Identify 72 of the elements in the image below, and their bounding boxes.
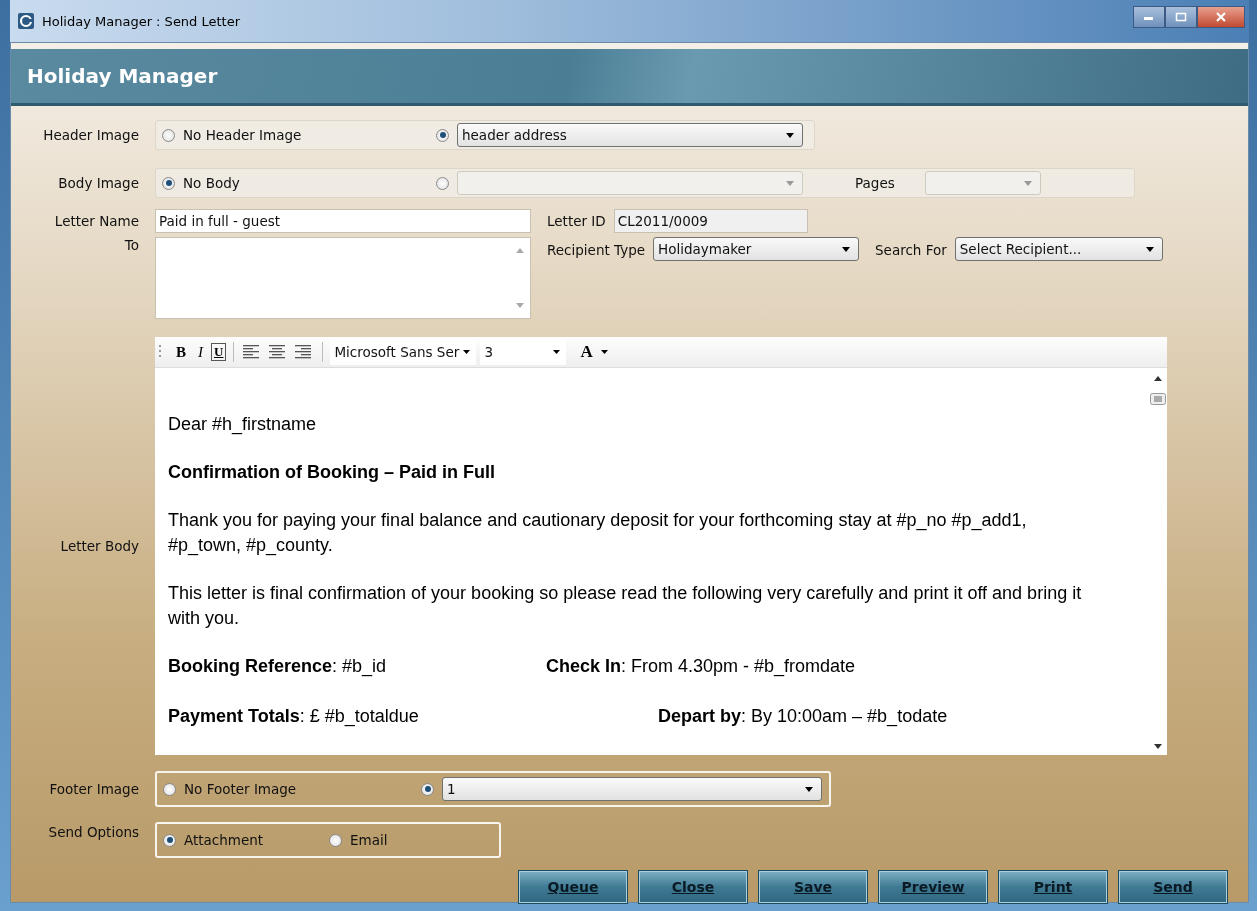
radio-option[interactable]: Email	[329, 832, 487, 848]
letter-field: Booking Reference: #b_id	[168, 654, 387, 679]
italic-button[interactable]: I	[194, 341, 207, 363]
dropdown[interactable]: header address	[457, 123, 803, 147]
letter-field: Check In: From 4.30pm - #b_fromdate	[546, 654, 856, 679]
field-label: Search For	[875, 242, 947, 258]
radio-option[interactable]: Attachment	[163, 832, 321, 848]
action-button[interactable]: Send	[1118, 870, 1228, 904]
scroll-thumb[interactable]	[1150, 393, 1166, 405]
caret-icon[interactable]	[600, 350, 608, 354]
action-button[interactable]: Print	[998, 870, 1108, 904]
action-button[interactable]: Preview	[878, 870, 988, 904]
align-center-icon[interactable]	[269, 344, 288, 360]
field-label: Letter ID	[547, 213, 606, 229]
minimize-button[interactable]	[1133, 6, 1165, 28]
field-label: Body Image	[57, 175, 139, 191]
close-button[interactable]	[1197, 6, 1245, 28]
letter-field: Depart by: By 10:00am – #b_todate	[658, 704, 948, 729]
app-icon	[18, 13, 34, 29]
maximize-button[interactable]	[1165, 6, 1197, 28]
action-button[interactable]: Close	[638, 870, 748, 904]
field-label: Letter Body	[59, 538, 139, 554]
caret-icon	[805, 786, 813, 792]
field-label: Letter Name	[53, 213, 139, 229]
action-button[interactable]: Save	[758, 870, 868, 904]
maximize-icon	[1175, 12, 1187, 22]
field-label: Footer Image	[48, 781, 139, 797]
field-label: To	[123, 237, 139, 253]
radio-option[interactable]: No Body	[162, 175, 428, 191]
scroll-down-icon	[516, 303, 524, 308]
font-dropdown[interactable]: Microsoft Sans Ser	[330, 339, 477, 365]
radio-button[interactable]	[436, 128, 449, 142]
radio-option[interactable]: No Footer Image	[163, 781, 413, 797]
recipient-type-dropdown[interactable]: Holidaymaker	[653, 237, 860, 261]
window-title: Holiday Manager : Send Letter	[42, 13, 241, 29]
letter-paragraph: Thank you for paying your final balance and cautionary deposit for your forthcoming stay at #p_no #p_add1, #p_town, #p_county.	[168, 509, 1028, 558]
align-right-icon[interactable]	[295, 344, 314, 360]
caret-icon	[1145, 246, 1154, 252]
minimize-icon	[1143, 14, 1155, 20]
letter-paragraph: Dear #h_firstname	[168, 413, 318, 437]
caret-icon	[553, 350, 561, 354]
caret-icon	[786, 180, 794, 186]
underline-button[interactable]: U	[211, 343, 227, 361]
dropdown[interactable]: 1	[442, 777, 822, 801]
letter-heading: Confirmation of Booking – Paid in Full	[168, 461, 496, 484]
scroll-down-icon	[1154, 744, 1162, 749]
search-for-dropdown[interactable]: Select Recipient...	[954, 237, 1163, 261]
to-field[interactable]	[155, 237, 531, 319]
grip-icon	[159, 344, 162, 360]
letter-id-field: CL2011/0009	[613, 209, 808, 233]
scroll-up-icon	[1154, 376, 1162, 381]
field-label: Recipient Type	[547, 242, 646, 258]
close-icon	[1215, 12, 1227, 22]
letter-field: Payment Totals: £ #b_totaldue	[168, 704, 419, 729]
caret-icon	[786, 132, 794, 138]
field-label: Pages	[855, 175, 895, 191]
font-size-dropdown[interactable]: 3	[480, 339, 567, 365]
caret-icon	[463, 350, 471, 354]
caret-icon	[1023, 180, 1032, 186]
caret-icon	[842, 246, 851, 252]
letter-name-field[interactable]: Paid in full - guest	[155, 209, 531, 233]
field-label: Header Image	[42, 127, 139, 143]
align-left-icon[interactable]	[243, 344, 262, 360]
radio-option[interactable]: No Header Image	[162, 127, 428, 143]
app-title: Holiday Manager	[27, 64, 218, 88]
radio-button[interactable]	[421, 782, 434, 796]
action-button[interactable]: Queue	[518, 870, 628, 904]
field-label: Send Options	[47, 823, 139, 840]
scroll-up-icon	[516, 248, 524, 253]
bold-button[interactable]: B	[172, 341, 190, 363]
font-color-button[interactable]: A	[576, 341, 597, 363]
letter-paragraph: This letter is final confirmation of your booking so please read the following very carefully and print it off and bring it with you.	[168, 582, 1083, 630]
